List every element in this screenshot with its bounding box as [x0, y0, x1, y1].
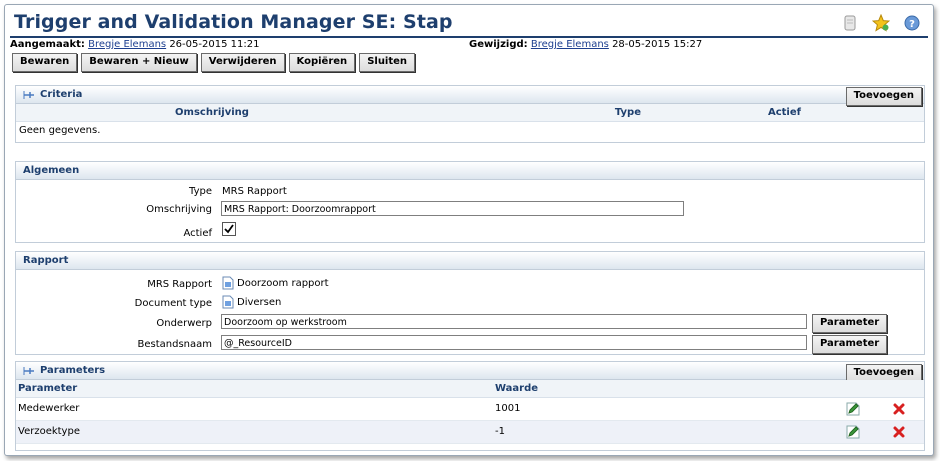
window: Trigger and Validation Manager SE: Stap … — [4, 4, 934, 456]
column-header[interactable]: Parameter — [18, 380, 77, 397]
criteria-title: Criteria — [40, 89, 83, 100]
empty-message: Geen gegevens. — [19, 125, 101, 136]
help-icon[interactable]: ? — [903, 14, 921, 32]
parameters-header: Parameters Toevoegen — [16, 362, 924, 383]
pin-icon[interactable] — [23, 366, 35, 376]
star-icon[interactable] — [872, 14, 890, 32]
save-new-button[interactable]: Bewaren + Nieuw — [81, 53, 197, 72]
algemeen-header: Algemeen — [16, 162, 924, 180]
parameters-title: Parameters — [40, 365, 106, 376]
column-header[interactable]: Actief — [641, 104, 801, 121]
active-label: Actief — [183, 228, 212, 239]
algemeen-section: Algemeen Type MRS Rapport Omschrijving M… — [15, 161, 925, 243]
filename-input[interactable]: @_ResourceID — [221, 335, 807, 350]
column-header[interactable]: Waarde — [495, 380, 538, 397]
delete-icon[interactable] — [892, 402, 906, 419]
subject-input[interactable]: Doorzoom op werkstroom — [221, 314, 807, 329]
modified-by-link[interactable]: Bregje Elemans — [531, 39, 609, 50]
document-icon[interactable] — [841, 14, 859, 32]
report-icon — [222, 276, 234, 290]
title-divider — [10, 36, 928, 38]
delete-button[interactable]: Verwijderen — [200, 53, 285, 72]
modified-label: Gewijzigd: — [469, 39, 528, 50]
value-cell: 1001 — [495, 403, 521, 414]
document-type-icon — [222, 295, 234, 309]
type-label: Type — [189, 186, 212, 197]
type-value: MRS Rapport — [222, 186, 287, 197]
save-button[interactable]: Bewaren — [12, 53, 78, 72]
mrs-report-value[interactable]: Doorzoom rapport — [222, 276, 329, 290]
rapport-title: Rapport — [23, 255, 69, 266]
criteria-add-button[interactable]: Toevoegen — [845, 87, 922, 106]
document-type-value[interactable]: Diversen — [222, 295, 281, 309]
algemeen-title: Algemeen — [23, 165, 80, 176]
created-at: 26-05-2015 11:21 — [169, 39, 260, 50]
delete-icon[interactable] — [892, 425, 906, 442]
table-row[interactable]: Medewerker 1001 — [16, 398, 924, 421]
description-input[interactable]: MRS Rapport: Doorzoomrapport — [221, 201, 684, 216]
toolbar: Bewaren Bewaren + Nieuw Verwijderen Kopi… — [12, 53, 416, 72]
modified-info: Gewijzigd: Bregje Elemans 28-05-2015 15:… — [469, 39, 702, 50]
parameter-cell: Verzoektype — [18, 426, 80, 437]
filename-label: Bestandsnaam — [137, 339, 212, 350]
modified-at: 28-05-2015 15:27 — [612, 39, 703, 50]
title-icons: ? — [841, 14, 921, 32]
description-label: Omschrijving — [146, 204, 212, 215]
criteria-section: Criteria Toevoegen Omschrijving Type Act… — [15, 85, 925, 143]
rapport-section: Rapport MRS Rapport Doorzoom rapport Doc… — [15, 251, 925, 355]
created-by-link[interactable]: Bregje Elemans — [88, 39, 166, 50]
mrs-report-text: Doorzoom rapport — [237, 278, 329, 289]
pin-icon[interactable] — [23, 90, 35, 100]
edit-icon[interactable] — [845, 424, 861, 443]
rapport-header: Rapport — [16, 252, 924, 270]
page-title: Trigger and Validation Manager SE: Stap — [14, 11, 453, 33]
document-type-text: Diversen — [237, 297, 282, 308]
parameters-grid-header: Parameter Waarde — [16, 380, 924, 398]
edit-icon[interactable] — [845, 401, 861, 420]
copy-button[interactable]: Kopiëren — [288, 53, 356, 72]
document-type-label: Document type — [134, 298, 212, 309]
filename-parameter-button[interactable]: Parameter — [812, 335, 888, 354]
parameter-cell: Medewerker — [18, 403, 80, 414]
criteria-header: Criteria Toevoegen — [16, 86, 924, 106]
subject-parameter-button[interactable]: Parameter — [812, 314, 888, 333]
created-label: Aangemaakt: — [10, 39, 85, 50]
close-button[interactable]: Sluiten — [359, 53, 416, 72]
subject-label: Onderwerp — [156, 318, 212, 329]
table-row[interactable]: Verzoektype -1 — [16, 421, 924, 444]
parameters-section: Parameters Toevoegen Parameter Waarde Me… — [15, 361, 925, 451]
criteria-grid-header: Omschrijving Type Actief — [16, 104, 924, 122]
active-checkbox[interactable] — [222, 222, 236, 236]
mrs-report-label: MRS Rapport — [147, 279, 212, 290]
svg-text:?: ? — [909, 19, 915, 30]
value-cell: -1 — [495, 426, 505, 437]
created-info: Aangemaakt: Bregje Elemans 26-05-2015 11… — [10, 39, 259, 50]
column-header[interactable]: Type — [408, 104, 641, 121]
column-header[interactable]: Omschrijving — [16, 104, 408, 121]
